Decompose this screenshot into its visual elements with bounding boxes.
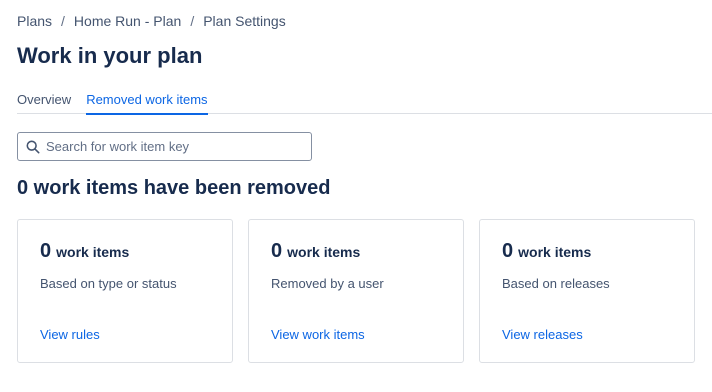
- card-description: Removed by a user: [271, 276, 384, 291]
- card-count: 0: [40, 240, 52, 262]
- breadcrumb-item-plan-settings[interactable]: Plan Settings: [203, 12, 286, 30]
- view-work-items-link[interactable]: View work items: [271, 327, 365, 342]
- view-releases-link[interactable]: View releases: [502, 327, 583, 342]
- card-unit: work items: [56, 244, 130, 260]
- search-field[interactable]: [17, 132, 312, 161]
- card-type-or-status: 0 work items Based on type or status Vie…: [17, 219, 233, 363]
- search-input[interactable]: [46, 139, 296, 154]
- breadcrumb-separator: /: [190, 13, 195, 29]
- card-description: Based on releases: [502, 276, 610, 291]
- tab-removed-work-items[interactable]: Removed work items: [86, 86, 208, 115]
- removed-summary-heading: 0 work items have been removed: [17, 177, 331, 199]
- card-count: 0: [271, 240, 283, 262]
- search-icon: [26, 140, 40, 153]
- summary-cards: 0 work items Based on type or status Vie…: [17, 219, 695, 363]
- breadcrumb-item-plan[interactable]: Home Run - Plan: [74, 12, 181, 30]
- tab-bar: Overview Removed work items: [17, 86, 712, 115]
- breadcrumb-separator: /: [61, 13, 65, 29]
- card-based-on-releases: 0 work items Based on releases View rele…: [479, 219, 695, 363]
- card-description: Based on type or status: [40, 276, 177, 291]
- tab-overview[interactable]: Overview: [17, 86, 71, 114]
- card-count: 0: [502, 240, 514, 262]
- card-unit: work items: [287, 244, 361, 260]
- card-count-row: 0 work items: [502, 240, 591, 263]
- breadcrumb: Plans / Home Run - Plan / Plan Settings: [17, 12, 286, 30]
- breadcrumb-item-plans[interactable]: Plans: [17, 12, 52, 30]
- card-count-row: 0 work items: [271, 240, 360, 263]
- view-rules-link[interactable]: View rules: [40, 327, 100, 342]
- card-unit: work items: [518, 244, 592, 260]
- card-count-row: 0 work items: [40, 240, 129, 263]
- page-title: Work in your plan: [17, 43, 203, 68]
- page: Plans / Home Run - Plan / Plan Settings …: [0, 0, 712, 392]
- card-removed-by-user: 0 work items Removed by a user View work…: [248, 219, 464, 363]
